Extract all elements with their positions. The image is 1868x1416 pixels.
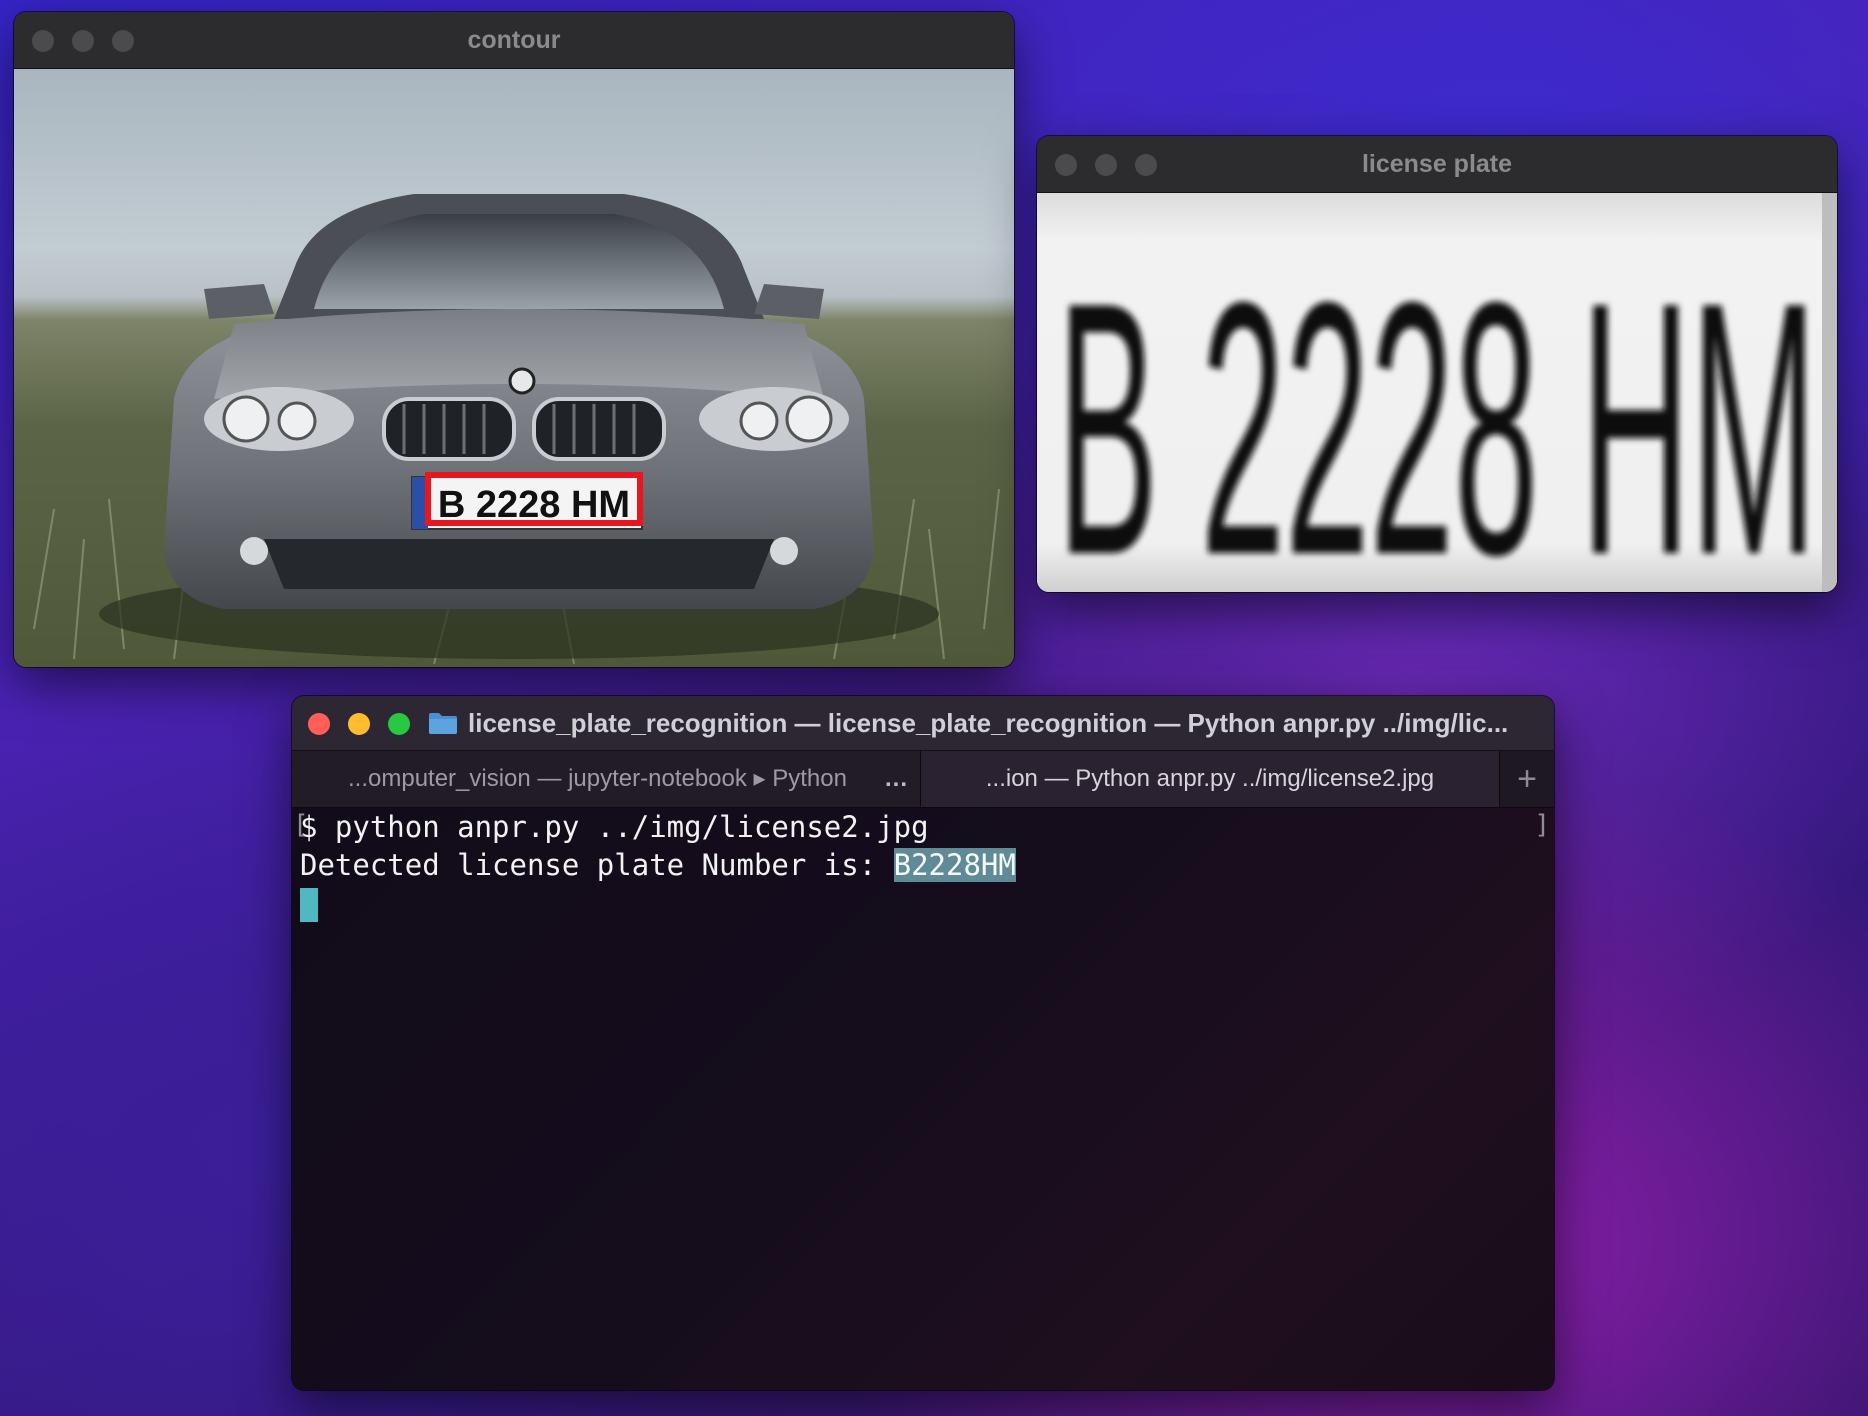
- contour-titlebar[interactable]: contour: [14, 12, 1014, 69]
- car-photo: B 2228 HM: [33, 194, 1000, 665]
- folder-icon: [429, 713, 457, 734]
- tab-jupyter[interactable]: ...omputer_vision — jupyter-notebook ▸ P…: [292, 751, 920, 807]
- prompt-line: [300, 884, 1546, 922]
- plate-crop: B 2228 HM: [1037, 193, 1837, 592]
- mark-bracket-left: [: [293, 810, 309, 840]
- output-prefix: Detected license plate Number is:: [300, 848, 894, 882]
- plate-crop-text: B 2228 HM: [1057, 228, 1817, 592]
- car-image: B 2228 HM: [14, 69, 1014, 667]
- terminal-title: license_plate_recognition — license_plat…: [468, 708, 1509, 738]
- new-tab-button[interactable]: +: [1500, 751, 1554, 807]
- window-title: license plate: [1361, 150, 1513, 178]
- tab-label: ...omputer_vision — jupyter-notebook ▸ P…: [348, 765, 847, 792]
- terminal-window: license_plate_recognition — license_plat…: [292, 696, 1554, 1390]
- terminal-titlebar[interactable]: license_plate_recognition — license_plat…: [292, 696, 1554, 751]
- tab-anpr[interactable]: ...ion — Python anpr.py ../img/license2.…: [920, 751, 1500, 807]
- contour-window: contour B 2228 HM: [14, 12, 1014, 667]
- plate-titlebar[interactable]: license plate: [1037, 136, 1837, 193]
- mark-bracket-right: ]: [1534, 810, 1550, 840]
- tab-overflow-button[interactable]: ...: [885, 751, 908, 807]
- window-title: contour: [467, 26, 561, 54]
- output-line: Detected license plate Number is: B2228H…: [300, 846, 1546, 884]
- plate-text: B 2228 HM: [438, 484, 630, 526]
- text-cursor: [300, 888, 318, 922]
- zoom-button[interactable]: [388, 713, 410, 735]
- license-plate-window: license plate B 2228 HM: [1037, 136, 1837, 592]
- tab-bar: ...omputer_vision — jupyter-notebook ▸ P…: [292, 751, 1554, 808]
- minimize-button[interactable]: [348, 713, 370, 735]
- tab-label: ...ion — Python anpr.py ../img/license2.…: [985, 765, 1435, 792]
- command-line: $ python anpr.py ../img/license2.jpg: [300, 810, 929, 844]
- plate-crop-image: B 2228 HM: [1037, 193, 1837, 592]
- detected-plate-value[interactable]: B2228HM: [893, 848, 1016, 882]
- close-button[interactable]: [308, 713, 330, 735]
- terminal-output[interactable]: [ ] $ python anpr.py ../img/license2.jpg…: [292, 808, 1554, 1390]
